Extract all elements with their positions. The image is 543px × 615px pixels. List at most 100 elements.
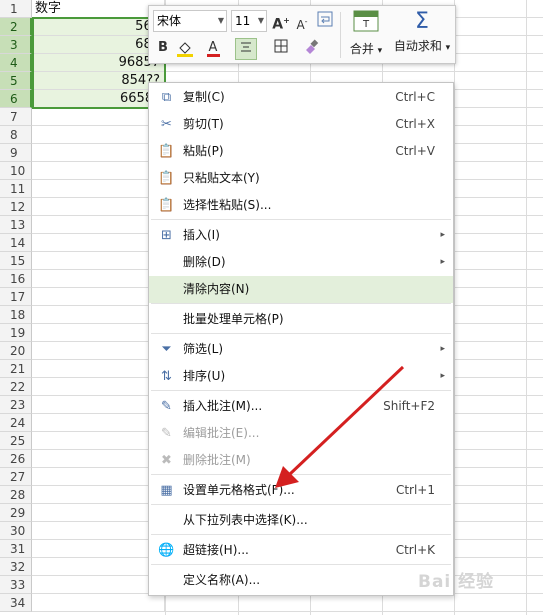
cell-a[interactable] [32, 468, 165, 486]
row-header[interactable]: 4 [0, 54, 32, 72]
menu-item[interactable]: 定义名称(A)... [149, 567, 453, 594]
cell-a[interactable]: 568 [32, 18, 165, 36]
cell-a[interactable] [32, 234, 165, 252]
menu-item[interactable]: 删除(D) ▸ [149, 249, 453, 276]
font-name-select[interactable]: 宋体 ▼ [153, 10, 227, 32]
row-header[interactable]: 14 [0, 234, 32, 252]
row-header[interactable]: 34 [0, 594, 32, 612]
row-header[interactable]: 33 [0, 576, 32, 594]
row-header[interactable]: 30 [0, 522, 32, 540]
cell-a[interactable] [32, 450, 165, 468]
cell-a[interactable] [32, 162, 165, 180]
cell-a[interactable]: 96857 [32, 54, 165, 72]
row-header[interactable]: 23 [0, 396, 32, 414]
cell-a[interactable] [32, 306, 165, 324]
menu-item[interactable]: ✎ 插入批注(M)... Shift+F2 [149, 393, 453, 420]
cell-a[interactable] [32, 576, 165, 594]
row-header[interactable]: 29 [0, 504, 32, 522]
row-header[interactable]: 27 [0, 468, 32, 486]
cell-a[interactable] [32, 198, 165, 216]
menu-item[interactable]: 📋 粘贴(P) Ctrl+V [149, 138, 453, 165]
wrap-text-icon[interactable] [315, 11, 335, 31]
row-header[interactable]: 13 [0, 216, 32, 234]
cell-a[interactable] [32, 288, 165, 306]
row-header[interactable]: 24 [0, 414, 32, 432]
row-header[interactable]: 10 [0, 162, 32, 180]
menu-item[interactable]: ⊞ 插入(I) ▸ [149, 222, 453, 249]
menu-item[interactable]: 从下拉列表中选择(K)... [149, 507, 453, 534]
menu-separator [151, 534, 451, 535]
font-size-select[interactable]: 11 ▼ [231, 10, 267, 32]
cell-a[interactable] [32, 504, 165, 522]
cell-a[interactable]: 6658? [32, 90, 165, 108]
row-header[interactable]: 6 [0, 90, 32, 108]
cell-a[interactable] [32, 522, 165, 540]
menu-item[interactable]: 📋 只粘贴文本(Y) [149, 165, 453, 192]
shrink-font-button[interactable]: A- [292, 12, 312, 32]
align-center-icon[interactable] [235, 38, 257, 60]
cell-a[interactable] [32, 126, 165, 144]
row-header[interactable]: 19 [0, 324, 32, 342]
menu-item-shortcut: Ctrl+C [395, 90, 435, 104]
cell-a[interactable] [32, 540, 165, 558]
format-painter-icon[interactable] [301, 38, 321, 58]
row-header[interactable]: 25 [0, 432, 32, 450]
cell-a[interactable] [32, 216, 165, 234]
cell-a[interactable] [32, 144, 165, 162]
row-header[interactable]: 32 [0, 558, 32, 576]
cell-a[interactable] [32, 108, 165, 126]
row-header[interactable]: 1 [0, 0, 32, 18]
cell-a[interactable] [32, 378, 165, 396]
cell-a[interactable] [32, 396, 165, 414]
row-header[interactable]: 7 [0, 108, 32, 126]
cell-a[interactable] [32, 342, 165, 360]
cell-a[interactable] [32, 324, 165, 342]
menu-item[interactable]: 清除内容(N) [149, 276, 453, 303]
cell-a[interactable] [32, 360, 165, 378]
font-color-button[interactable]: A [203, 38, 223, 58]
menu-item[interactable]: 批量处理单元格(P) [149, 306, 453, 333]
row-header[interactable]: 2 [0, 18, 32, 36]
row-header[interactable]: 28 [0, 486, 32, 504]
row-header[interactable]: 11 [0, 180, 32, 198]
cell-a[interactable] [32, 252, 165, 270]
autosum-button[interactable]: Σ 自动求和 ▾ [390, 10, 454, 60]
menu-item[interactable]: ⏷ 筛选(L) ▸ [149, 336, 453, 363]
cell-a[interactable]: 数字 [32, 0, 165, 18]
row-header[interactable]: 15 [0, 252, 32, 270]
row-header[interactable]: 17 [0, 288, 32, 306]
cell-a[interactable] [32, 270, 165, 288]
bold-button[interactable]: B [153, 38, 173, 58]
menu-item[interactable]: ✂ 剪切(T) Ctrl+X [149, 111, 453, 138]
row-header[interactable]: 3 [0, 36, 32, 54]
row-header[interactable]: 20 [0, 342, 32, 360]
menu-item[interactable]: 🌐 超链接(H)... Ctrl+K [149, 537, 453, 564]
row-header[interactable]: 12 [0, 198, 32, 216]
row-header[interactable]: 16 [0, 270, 32, 288]
grow-font-button[interactable]: A+ [271, 11, 291, 33]
cell-a[interactable]: 854?? [32, 72, 165, 90]
menu-separator [151, 390, 451, 391]
cell-a[interactable] [32, 486, 165, 504]
cell-a[interactable]: 685 [32, 36, 165, 54]
cell-a[interactable] [32, 432, 165, 450]
menu-item[interactable]: ⇅ 排序(U) ▸ [149, 363, 453, 390]
menu-item[interactable]: ▦ 设置单元格格式(F)... Ctrl+1 [149, 477, 453, 504]
merge-button[interactable]: T 合并 ▾ [346, 10, 386, 60]
row-header[interactable]: 21 [0, 360, 32, 378]
row-header[interactable]: 31 [0, 540, 32, 558]
row-header[interactable]: 18 [0, 306, 32, 324]
fill-color-icon[interactable] [175, 38, 195, 58]
cell-a[interactable] [32, 180, 165, 198]
cell-a[interactable] [32, 414, 165, 432]
cell-a[interactable] [32, 594, 165, 612]
cell-a[interactable] [32, 558, 165, 576]
menu-item[interactable]: ⧉ 复制(C) Ctrl+C [149, 84, 453, 111]
row-header[interactable]: 26 [0, 450, 32, 468]
border-icon[interactable] [271, 38, 291, 58]
row-header[interactable]: 8 [0, 126, 32, 144]
row-header[interactable]: 9 [0, 144, 32, 162]
row-header[interactable]: 22 [0, 378, 32, 396]
row-header[interactable]: 5 [0, 72, 32, 90]
menu-item[interactable]: 📋 选择性粘贴(S)... [149, 192, 453, 219]
